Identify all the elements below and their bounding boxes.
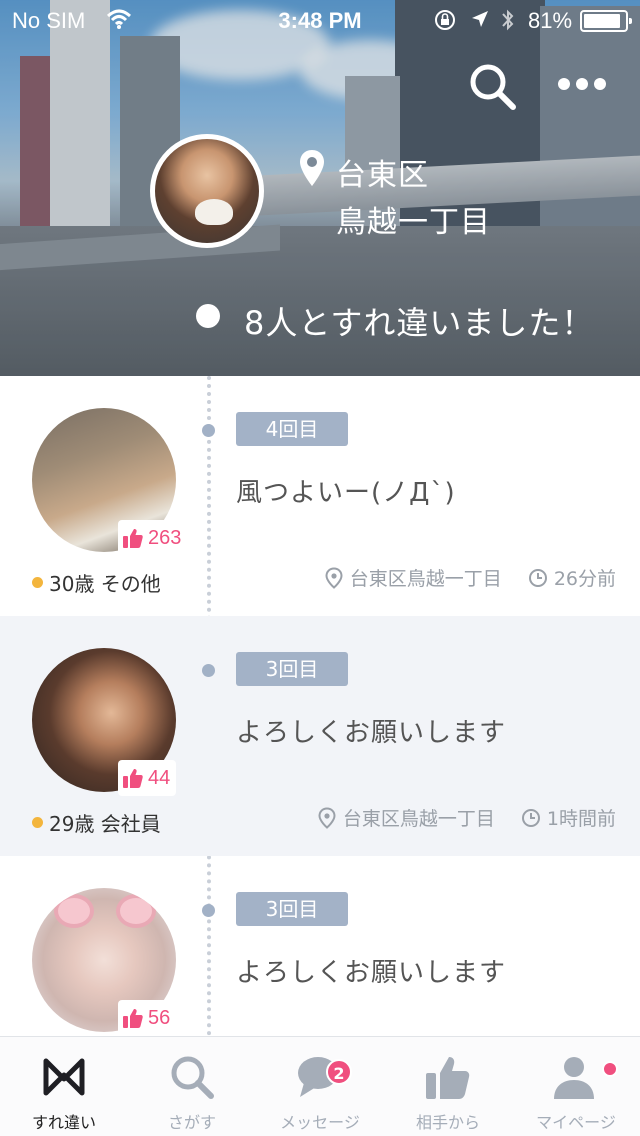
status-message: よろしくお願いします (236, 958, 507, 988)
user-profile-summary: 29歳 会社員 (32, 808, 161, 837)
thumbs-up-icon (123, 529, 143, 548)
search-icon[interactable] (466, 60, 518, 112)
tab-my-page[interactable]: マイページ (512, 1037, 640, 1136)
thumbs-up-icon (426, 1057, 470, 1099)
like-count-badge: 263 (118, 520, 188, 556)
encounter-place: 台東区鳥越一丁目 (349, 568, 502, 590)
encounter-times-tag: 3回目 (236, 652, 348, 686)
current-location-ward: 台東区 (336, 158, 429, 193)
like-count: 44 (148, 766, 171, 789)
location-pin-icon (325, 566, 343, 589)
tab-label: さがす (167, 1113, 216, 1132)
timeline-start-dot (196, 304, 220, 328)
status-dot (32, 817, 43, 828)
search-icon (171, 1056, 214, 1099)
ear-decoration (54, 894, 94, 928)
timeline-node (202, 424, 215, 437)
status-dot (32, 577, 43, 588)
thumbs-up-icon (123, 769, 143, 788)
current-location-area: 鳥越一丁目 (336, 205, 491, 240)
notification-dot (602, 1061, 618, 1077)
clock-icon (521, 808, 540, 827)
passing-logo-icon (43, 1058, 85, 1096)
age-occupation: 29歳 会社員 (49, 812, 161, 836)
thumbs-up-icon (123, 1009, 143, 1028)
location-pin-icon (318, 806, 336, 829)
person-icon (554, 1057, 594, 1099)
timeline-node (202, 664, 215, 677)
like-count-badge: 44 (118, 760, 177, 796)
encounter-times-tag: 3回目 (236, 892, 348, 926)
encounter-count-text: 8人とすれ違いました！ (244, 304, 595, 342)
like-count-badge: 56 (118, 1000, 177, 1036)
location-pin-icon (300, 150, 324, 186)
encounter-time-ago: 1時間前 (546, 808, 616, 830)
avatar-photo-detail (195, 199, 233, 225)
ear-decoration (116, 894, 156, 928)
tab-search[interactable]: さがす (128, 1037, 256, 1136)
tab-label: 相手から (415, 1113, 480, 1132)
status-message: 風つよいー(ノД`) (236, 478, 456, 508)
battery-percent: 81% (528, 8, 573, 33)
tab-messages[interactable]: 2 メッセージ (256, 1037, 384, 1136)
like-count: 56 (148, 1006, 171, 1029)
clock-icon (528, 568, 547, 587)
location-arrow-icon (472, 11, 488, 27)
user-profile-summary: 30歳 その他 (32, 568, 161, 597)
encounter-meta: 台東区鳥越一丁目 1時間前 (317, 804, 616, 831)
my-avatar[interactable] (150, 134, 264, 248)
orientation-lock-icon (435, 10, 455, 30)
encounter-card[interactable]: 263 30歳 その他 4回目 風つよいー(ノД`) 台東区鳥越一丁目 26分前 (0, 376, 640, 616)
like-count: 263 (148, 526, 182, 549)
tab-bar: すれ違い さがす 2 メッセージ 相手から マイページ (0, 1036, 640, 1136)
tab-label: マイページ (536, 1113, 616, 1132)
age-occupation: 30歳 その他 (49, 572, 161, 596)
encounter-place: 台東区鳥越一丁目 (342, 808, 495, 830)
tab-label: すれ違い (31, 1113, 96, 1132)
status-message: よろしくお願いします (236, 718, 507, 748)
tab-from-others[interactable]: 相手から (384, 1037, 512, 1136)
tab-label: メッセージ (280, 1113, 360, 1132)
encounter-times-tag: 4回目 (236, 412, 348, 446)
header-hero: No SIM 3:48 PM 81% 台東区 鳥越一丁目 8人とすれ違いました！ (0, 0, 640, 376)
battery-icon (580, 10, 632, 32)
encounter-time-ago: 26分前 (553, 568, 616, 590)
more-icon[interactable] (556, 72, 608, 96)
encounter-card[interactable]: 56 3回目 よろしくお願いします (0, 856, 640, 1036)
status-bar: No SIM 3:48 PM 81% (0, 0, 640, 40)
encounter-meta: 台東区鳥越一丁目 26分前 (324, 564, 616, 591)
unread-badge: 2 (326, 1059, 352, 1085)
encounter-card[interactable]: 44 29歳 会社員 3回目 よろしくお願いします 台東区鳥越一丁目 1時間前 (0, 616, 640, 856)
bluetooth-icon (502, 9, 514, 31)
tab-passing[interactable]: すれ違い (0, 1037, 128, 1136)
timeline-node (202, 904, 215, 917)
